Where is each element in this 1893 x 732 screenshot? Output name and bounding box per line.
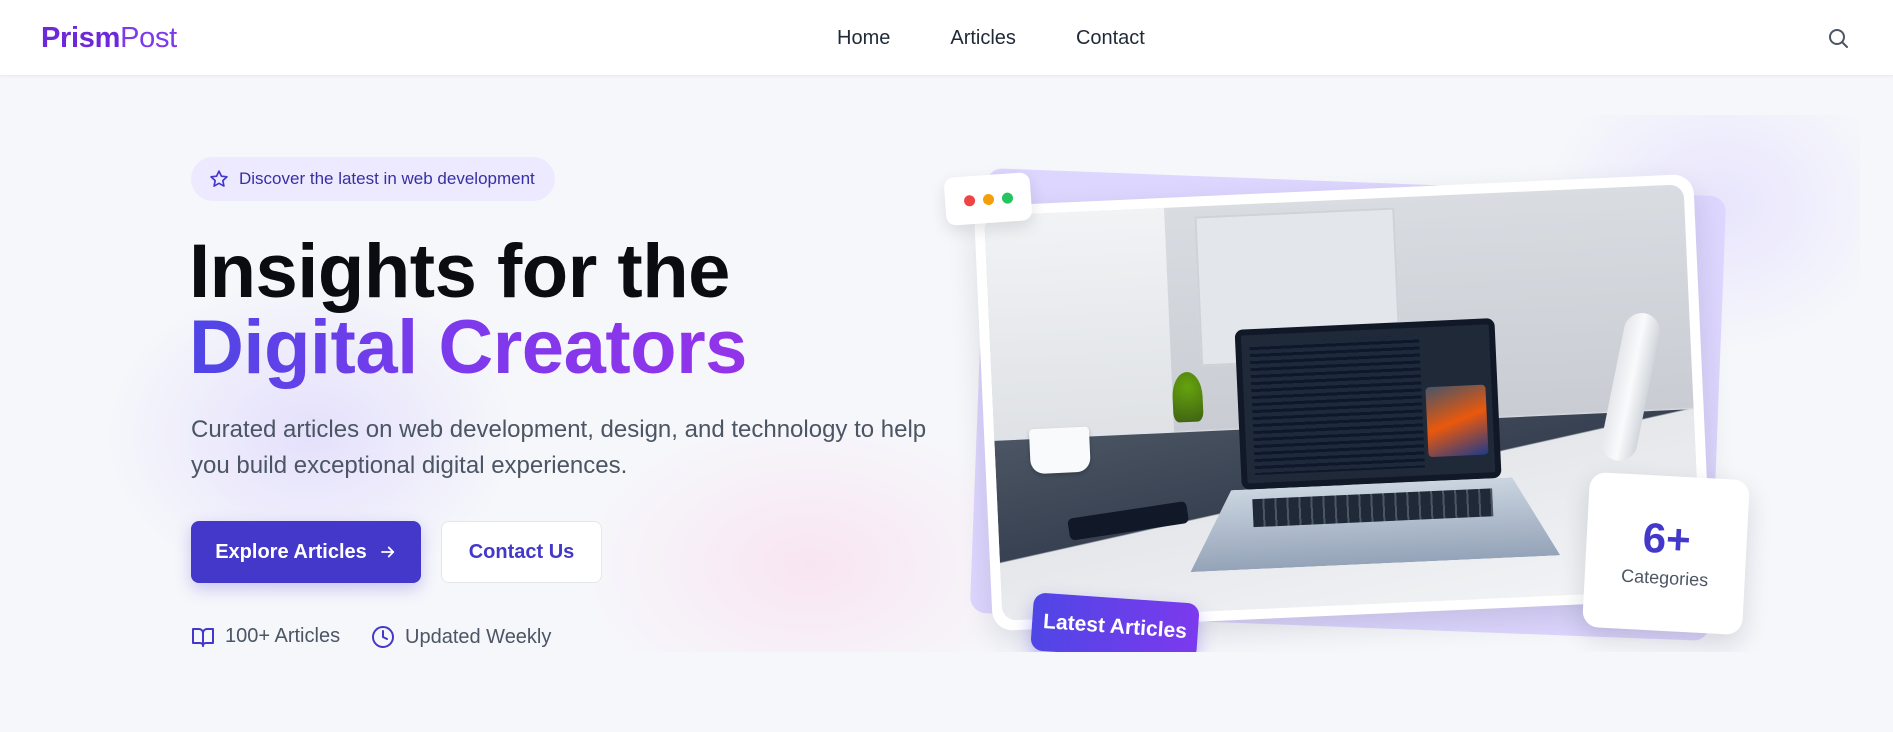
- nav-contact[interactable]: Contact: [1076, 24, 1145, 52]
- nav-home[interactable]: Home: [837, 24, 890, 52]
- explore-articles-button[interactable]: Explore Articles: [191, 521, 421, 583]
- search-button[interactable]: [1823, 23, 1853, 53]
- categories-label: Categories: [1620, 565, 1709, 591]
- green-dot-icon: [1001, 191, 1013, 204]
- logo-bold-text: Prism: [41, 22, 121, 54]
- contact-us-label: Contact Us: [468, 540, 575, 563]
- yellow-dot-icon: [982, 193, 994, 205]
- hero-subtitle: Curated articles on web development, des…: [191, 416, 927, 479]
- arrow-right-icon: [380, 546, 394, 558]
- photo-mug: [1028, 426, 1091, 475]
- star-icon: [210, 170, 228, 187]
- page-background-bottom: [0, 652, 1893, 732]
- hero-title-line2: Digital Creators: [189, 305, 747, 390]
- hero-title-line1: Insights for the: [189, 229, 730, 314]
- photo-wallpaper: [1425, 384, 1489, 458]
- categories-card: 6+ Categories: [1582, 471, 1750, 636]
- photo-window: [984, 207, 1176, 461]
- explore-articles-label: Explore Articles: [215, 540, 367, 563]
- contact-us-button[interactable]: Contact Us: [441, 521, 602, 583]
- search-icon: [1829, 29, 1848, 48]
- stat-updated-label: Updated Weekly: [405, 625, 552, 648]
- stat-articles-label: 100+ Articles: [225, 625, 341, 647]
- stat-updated: Updated Weekly: [371, 625, 551, 649]
- book-icon: [192, 627, 214, 647]
- latest-articles-label: Latest Articles: [1042, 610, 1188, 643]
- window-dots-badge: [943, 172, 1033, 226]
- logo[interactable]: PrismPost: [41, 20, 177, 56]
- photo-code: [1249, 335, 1426, 476]
- clock-icon: [372, 626, 394, 648]
- photo-plant: [1171, 371, 1204, 423]
- pill-text: Discover the latest in web development: [239, 169, 535, 188]
- categories-count: 6+: [1641, 513, 1692, 564]
- logo-light-text: Post: [120, 22, 177, 54]
- red-dot-icon: [963, 194, 975, 207]
- photo-laptop-base: [1187, 475, 1560, 572]
- photo-laptop-screen: [1234, 318, 1502, 490]
- stat-articles: 100+ Articles: [191, 625, 340, 648]
- main-nav: Home Articles Contact: [837, 24, 1145, 52]
- announcement-pill: Discover the latest in web development: [191, 157, 555, 201]
- site-header: PrismPost Home Articles Contact: [0, 0, 1893, 76]
- nav-articles[interactable]: Articles: [950, 24, 1016, 52]
